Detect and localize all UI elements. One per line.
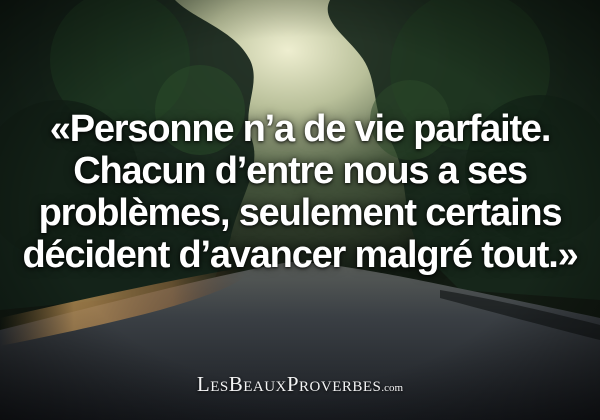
watermark-domain: .com	[381, 382, 404, 394]
quote-line-1: «Personne n’a de vie parfaite.	[49, 108, 552, 150]
quote-line-4: décident d’avancer malgré tout.»	[22, 234, 579, 276]
site-watermark: LesBeauxProverbes.com	[0, 372, 600, 397]
quote-line-3: problèmes, seulement certains	[38, 192, 563, 234]
quote-line-2: Chacun d’entre nous a ses	[73, 150, 528, 192]
watermark-name: LesBeauxProverbes	[196, 372, 382, 396]
quote-image: «Personne n’a de vie parfaite. Chacun d’…	[0, 0, 600, 420]
quote-text: «Personne n’a de vie parfaite. Chacun d’…	[0, 108, 600, 276]
